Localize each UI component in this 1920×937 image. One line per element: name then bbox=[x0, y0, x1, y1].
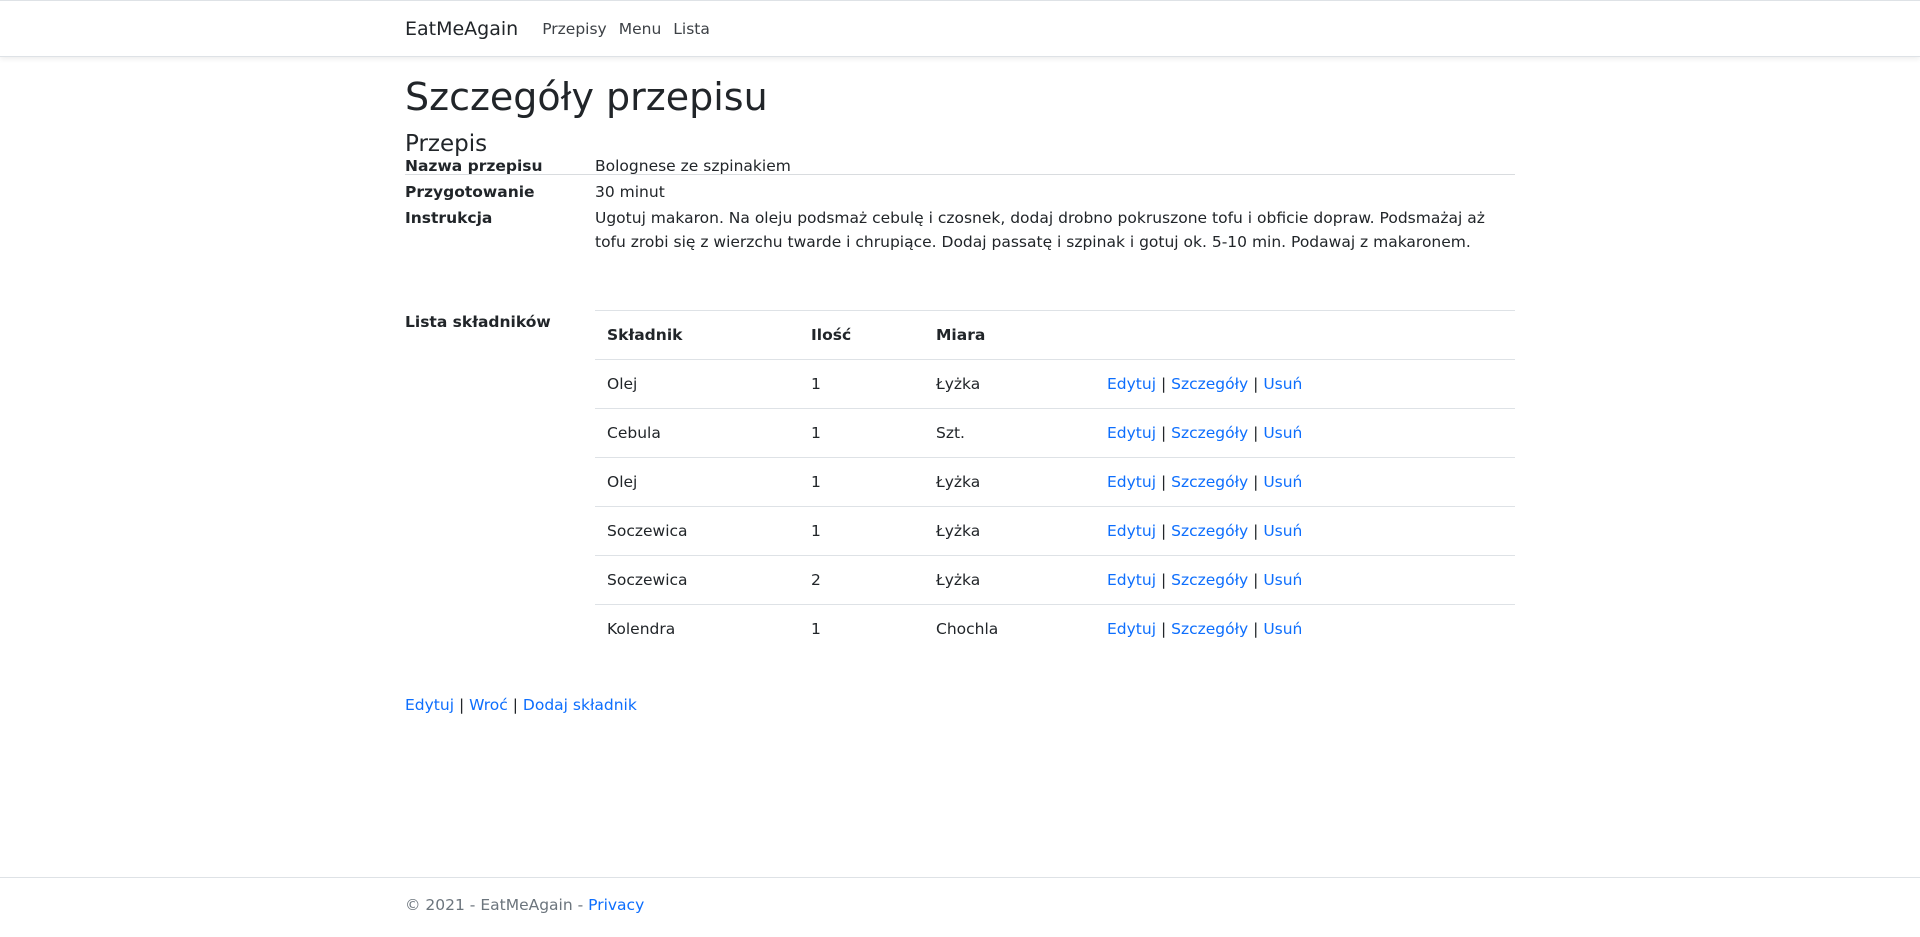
cell-quantity: 1 bbox=[799, 359, 924, 409]
separator: | bbox=[1160, 571, 1167, 589]
row-edit-link[interactable]: Edytuj bbox=[1107, 424, 1156, 442]
cell-unit: Łyżka bbox=[924, 457, 1095, 507]
page-footer: © 2021 - EatMeAgain - Privacy bbox=[0, 877, 1920, 937]
row-delete-link[interactable]: Usuń bbox=[1263, 424, 1302, 442]
ingredients-table: Składnik Ilość Miara Olej 1 Łyżka Edytuj… bbox=[595, 310, 1515, 654]
top-navbar: EatMeAgain Przepisy Menu Lista bbox=[0, 0, 1920, 57]
separator: | bbox=[458, 696, 465, 714]
row-details-link[interactable]: Szczegóły bbox=[1171, 571, 1248, 589]
prep-time-label: Przygotowanie bbox=[405, 183, 535, 201]
cell-ingredient: Kolendra bbox=[607, 620, 676, 639]
separator: | bbox=[1160, 424, 1167, 442]
row-edit-link[interactable]: Edytuj bbox=[1107, 375, 1156, 393]
separator: | bbox=[1253, 473, 1259, 491]
separator: | bbox=[1160, 375, 1167, 393]
header-quantity: Ilość bbox=[799, 310, 924, 360]
add-ingredient-link[interactable]: Dodaj składnik bbox=[523, 696, 637, 714]
cell-quantity: 1 bbox=[811, 620, 821, 639]
back-link[interactable]: Wroć bbox=[469, 696, 508, 714]
cell-actions: Edytuj | Szczegóły | Usuń bbox=[1095, 555, 1515, 605]
privacy-link[interactable]: Privacy bbox=[588, 896, 644, 914]
separator: | bbox=[1253, 571, 1259, 589]
section-subtitle: Przepis bbox=[405, 131, 488, 157]
row-delete-link[interactable]: Usuń bbox=[1263, 473, 1302, 491]
table-row: Olej 1 Łyżka Edytuj | Szczegóły | Usuń bbox=[595, 457, 1515, 507]
row-delete-link[interactable]: Usuń bbox=[1263, 522, 1302, 540]
separator: | bbox=[1253, 424, 1259, 442]
table-row: Soczewica 1 Łyżka Edytuj | Szczegóły | U… bbox=[595, 506, 1515, 556]
instructions-label: Instrukcja bbox=[405, 209, 493, 227]
cell-unit: Chochla bbox=[936, 620, 999, 639]
footer-text: © 2021 - EatMeAgain - Privacy bbox=[405, 896, 644, 914]
cell-unit: Łyżka bbox=[924, 555, 1095, 605]
brand-link[interactable]: EatMeAgain bbox=[405, 18, 518, 40]
page-actions: Edytuj | Wroć | Dodaj składnik bbox=[405, 696, 637, 714]
header-ingredient: Składnik bbox=[595, 310, 799, 360]
row-delete-link[interactable]: Usuń bbox=[1263, 375, 1302, 393]
row-edit-link[interactable]: Edytuj bbox=[1107, 473, 1156, 491]
row-details-link[interactable]: Szczegóły bbox=[1171, 424, 1248, 442]
row-edit-link[interactable]: Edytuj bbox=[1107, 522, 1156, 540]
cell-quantity: 2 bbox=[799, 555, 924, 605]
row-delete-link[interactable]: Usuń bbox=[1263, 571, 1302, 589]
row-edit-link[interactable]: Edytuj bbox=[1107, 620, 1156, 638]
row-details-link[interactable]: Szczegóły bbox=[1171, 473, 1248, 491]
table-row: Soczewica 2 Łyżka Edytuj | Szczegóły | U… bbox=[595, 555, 1515, 605]
row-edit-link[interactable]: Edytuj bbox=[1107, 571, 1156, 589]
copyright-text: © 2021 - EatMeAgain - bbox=[405, 896, 589, 914]
prep-time-value: 30 minut bbox=[595, 183, 665, 201]
row-details-link[interactable]: Szczegóły bbox=[1171, 375, 1248, 393]
cell-quantity: 1 bbox=[799, 408, 924, 458]
cell-actions: Edytuj | Szczegóły | Usuń bbox=[1095, 408, 1515, 458]
row-details-link[interactable]: Szczegóły bbox=[1171, 620, 1248, 638]
page-title: Szczegóły przepisu bbox=[405, 75, 768, 119]
table-row: Olej 1 Łyżka Edytuj | Szczegóły | Usuń bbox=[595, 359, 1515, 409]
separator: | bbox=[512, 696, 518, 714]
cell-actions: Edytuj | Szczegóły | Usuń bbox=[1095, 359, 1515, 409]
cell-quantity: 1 bbox=[799, 506, 924, 556]
cell-ingredient: Soczewica bbox=[595, 506, 799, 556]
cell-unit: Łyżka bbox=[924, 506, 1095, 556]
edit-recipe-link[interactable]: Edytuj bbox=[405, 696, 454, 714]
cell-actions: Edytuj | Szczegóły | Usuń bbox=[1095, 605, 1515, 654]
separator: | bbox=[1160, 620, 1167, 639]
nav-link-menu[interactable]: Menu bbox=[619, 20, 662, 38]
instructions-value: Ugotuj makaron. Na oleju podsmaż cebulę … bbox=[595, 209, 1485, 251]
ingredient-list-label: Lista składników bbox=[405, 313, 551, 331]
recipe-name-value: Bolognese ze szpinakiem bbox=[595, 157, 791, 175]
cell-quantity: 1 bbox=[799, 457, 924, 507]
cell-ingredient: Olej bbox=[595, 359, 799, 409]
separator: | bbox=[1253, 375, 1259, 393]
separator: | bbox=[1253, 620, 1259, 639]
cell-ingredient: Soczewica bbox=[595, 555, 799, 605]
cell-unit: Szt. bbox=[924, 408, 1095, 458]
header-unit: Miara bbox=[924, 310, 1095, 360]
row-details-link[interactable]: Szczegóły bbox=[1171, 522, 1248, 540]
separator: | bbox=[1253, 522, 1259, 540]
nav-link-przepisy[interactable]: Przepisy bbox=[542, 20, 607, 38]
separator: | bbox=[1160, 522, 1167, 540]
nav-link-lista[interactable]: Lista bbox=[673, 20, 710, 38]
header-actions bbox=[1095, 310, 1515, 360]
cell-ingredient: Cebula bbox=[595, 408, 799, 458]
cell-unit: Łyżka bbox=[924, 359, 1095, 409]
separator: | bbox=[1160, 473, 1167, 491]
table-row: Kolendra 1 Chochla Edytuj | Szczegóły | … bbox=[595, 605, 1515, 654]
recipe-name-label: Nazwa przepisu bbox=[405, 157, 543, 175]
cell-actions: Edytuj | Szczegóły | Usuń bbox=[1095, 506, 1515, 556]
cell-actions: Edytuj | Szczegóły | Usuń bbox=[1095, 457, 1515, 507]
table-row: Cebula 1 Szt. Edytuj | Szczegóły | Usuń bbox=[595, 408, 1515, 458]
cell-ingredient: Olej bbox=[595, 457, 799, 507]
nav-bar-inner: EatMeAgain Przepisy Menu Lista bbox=[405, 1, 722, 57]
row-delete-link[interactable]: Usuń bbox=[1263, 620, 1302, 638]
table-header-row: Składnik Ilość Miara bbox=[595, 310, 1515, 360]
